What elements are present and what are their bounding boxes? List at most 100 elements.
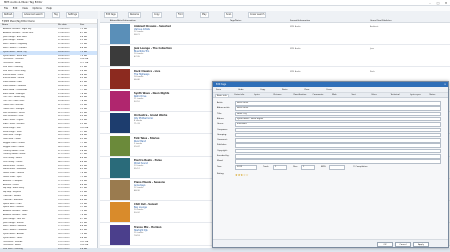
refresh-button[interactable]: Refresh bbox=[2, 12, 15, 18]
dialog-tool-3[interactable]: Paste bbox=[282, 88, 288, 92]
field-input[interactable] bbox=[235, 127, 441, 132]
file-name: World Music - Desert bbox=[3, 164, 24, 167]
apply-button[interactable]: Apply bbox=[413, 241, 429, 247]
toolbar-button-3[interactable]: Find bbox=[176, 12, 185, 18]
album-row[interactable]: Jazz Lounge - The Collection Blue Note Tr… bbox=[100, 45, 450, 68]
file-size: 7,3 MB bbox=[80, 50, 87, 53]
dialog-tab-5[interactable]: Comments bbox=[313, 94, 324, 96]
toolbar-button-4[interactable]: Play bbox=[200, 12, 209, 18]
dialog-tool-4[interactable]: Clear bbox=[304, 88, 309, 92]
field-input[interactable] bbox=[235, 154, 441, 159]
grid-col-album[interactable]: Album/Artist/Information bbox=[110, 20, 136, 22]
compilation-checkbox[interactable]: ☐ Compilation bbox=[353, 166, 367, 168]
disc-field[interactable]: 1 bbox=[301, 165, 315, 170]
file-name: Synth Wave - Retro Run bbox=[3, 54, 27, 57]
file-date: 07.07.2019 bbox=[58, 153, 70, 156]
col-size[interactable]: Size bbox=[80, 24, 84, 26]
field-input[interactable] bbox=[235, 138, 441, 143]
file-size: 4,8 MB bbox=[80, 183, 87, 186]
tag-button[interactable]: Tag bbox=[52, 12, 60, 18]
file-date: 27.06.2019 bbox=[58, 73, 70, 76]
album-cover bbox=[110, 46, 130, 67]
dialog-tab-1[interactable]: Extra info bbox=[235, 94, 245, 96]
dialog-tab-11[interactable]: Notes bbox=[430, 94, 436, 96]
grid-col-tags[interactable]: Tags/Notes bbox=[230, 20, 241, 22]
file-browser: F:\MP3 Music\Tag Editor Demo Name File d… bbox=[0, 19, 98, 250]
file-size: 8,0 MB bbox=[80, 96, 87, 99]
file-row[interactable]: Folk Tales - Evening 20.07.2019 5,4 MB bbox=[0, 248, 97, 252]
bpm-field[interactable] bbox=[329, 165, 345, 170]
file-size: 5,2 MB bbox=[80, 65, 87, 68]
settings-button[interactable]: Settings bbox=[66, 12, 79, 18]
grid-col-format[interactable]: Format/Information bbox=[290, 20, 310, 22]
file-size: 5,7 MB bbox=[80, 153, 87, 156]
toolbar-button-2[interactable]: Copy bbox=[152, 12, 162, 18]
dialog-tool-5[interactable]: Cover bbox=[326, 88, 332, 92]
toolbar-button-1[interactable]: Rename bbox=[128, 12, 141, 18]
file-date: 17.07.2019 bbox=[58, 229, 70, 232]
file-date: 28.06.2019 bbox=[58, 84, 70, 87]
dialog-tool-2[interactable]: Copy bbox=[260, 88, 265, 92]
file-size: 9,1 MB bbox=[80, 206, 87, 209]
album-duration: 39:47 bbox=[134, 145, 140, 148]
dialog-tab-7[interactable]: Sort bbox=[352, 94, 356, 96]
cancel-button[interactable]: Cancel bbox=[395, 241, 411, 247]
file-name: Classical - Sonata bbox=[3, 195, 21, 198]
dialog-tab-0[interactable]: Basic info bbox=[215, 93, 229, 97]
rating-label: Rating: bbox=[217, 173, 225, 175]
ok-button[interactable]: OK bbox=[377, 241, 393, 247]
file-name: Ambient Dreams - Dusk bbox=[3, 214, 27, 217]
album-format: MP3 Audio bbox=[290, 70, 301, 73]
field-input[interactable] bbox=[235, 143, 441, 148]
col-name[interactable]: Name bbox=[2, 24, 8, 26]
dialog-tab-2[interactable]: Lyrics bbox=[254, 94, 260, 96]
track-field[interactable]: 1 bbox=[273, 165, 287, 170]
field-input[interactable] bbox=[235, 159, 441, 164]
album-tracks: 13 tracks bbox=[134, 164, 144, 167]
file-date: 09.07.2019 bbox=[58, 164, 70, 167]
field-label: Comment: bbox=[217, 139, 228, 142]
field-input[interactable] bbox=[235, 132, 441, 138]
album-row[interactable]: Ambient Dreams - Selected Various Artists… bbox=[100, 23, 450, 45]
toolbar-button-0[interactable]: Edit tags bbox=[104, 12, 118, 18]
advanced-search-button[interactable]: Advanced search bbox=[22, 12, 45, 18]
file-name: Ambient Dreams - Ocean Drift bbox=[3, 31, 34, 34]
dialog-tab-6[interactable]: Web bbox=[332, 94, 336, 96]
rating-stars[interactable]: ★★★☆☆ bbox=[235, 173, 248, 177]
col-date[interactable]: File date bbox=[58, 24, 67, 26]
dialog-tool-1[interactable]: Undo bbox=[238, 88, 243, 92]
dialog-tab-4[interactable]: Classification bbox=[293, 94, 306, 96]
field-input[interactable]: Retro Drive bbox=[235, 101, 441, 106]
track-label: Track: bbox=[263, 166, 269, 168]
field-input[interactable]: Retro Drive bbox=[235, 106, 441, 111]
file-date: 29.06.2019 bbox=[58, 92, 70, 95]
field-label: Album artist: bbox=[217, 107, 230, 110]
field-input[interactable]: Synth Wave - Neon Nights bbox=[235, 116, 441, 122]
dialog-tool-0[interactable]: Save bbox=[216, 88, 221, 92]
file-size: 4,6 MB bbox=[80, 157, 87, 160]
file-date: 01.07.2019 bbox=[58, 107, 70, 110]
album-duration: 50:02 bbox=[134, 212, 140, 215]
file-date: 19.06.2019 bbox=[58, 28, 70, 30]
field-input[interactable]: Electronic bbox=[235, 122, 441, 127]
toolbar-button-6[interactable]: Cover search bbox=[248, 12, 267, 18]
file-name: Trance Mix - Horizon bbox=[3, 103, 24, 106]
toolbar-button-5[interactable]: Scan bbox=[224, 12, 234, 18]
file-size: 9,5 MB bbox=[80, 107, 87, 110]
file-name: Soul Sessions - Gold bbox=[3, 115, 24, 118]
file-size: 6,9 MB bbox=[80, 145, 87, 148]
file-date: 12.07.2019 bbox=[58, 187, 70, 190]
file-size: 6,0 MB bbox=[80, 115, 87, 118]
field-input[interactable] bbox=[235, 148, 441, 154]
dialog-tab-10[interactable]: Lyrics sync bbox=[410, 94, 421, 96]
dialog-tab-3[interactable]: Pictures bbox=[274, 94, 282, 96]
year-field[interactable]: 2019 bbox=[235, 165, 257, 170]
file-size: 6,2 MB bbox=[80, 221, 87, 224]
dialog-tab-9[interactable]: Technical bbox=[391, 94, 400, 96]
field-label: Copyright: bbox=[217, 149, 228, 152]
file-date: 24.06.2019 bbox=[58, 54, 70, 57]
grid-col-genre[interactable]: Genre/Year/Publisher bbox=[370, 20, 392, 22]
album-cover bbox=[110, 68, 130, 89]
field-input[interactable]: Neon City bbox=[235, 111, 441, 117]
dialog-tab-8[interactable]: Other bbox=[371, 94, 377, 96]
